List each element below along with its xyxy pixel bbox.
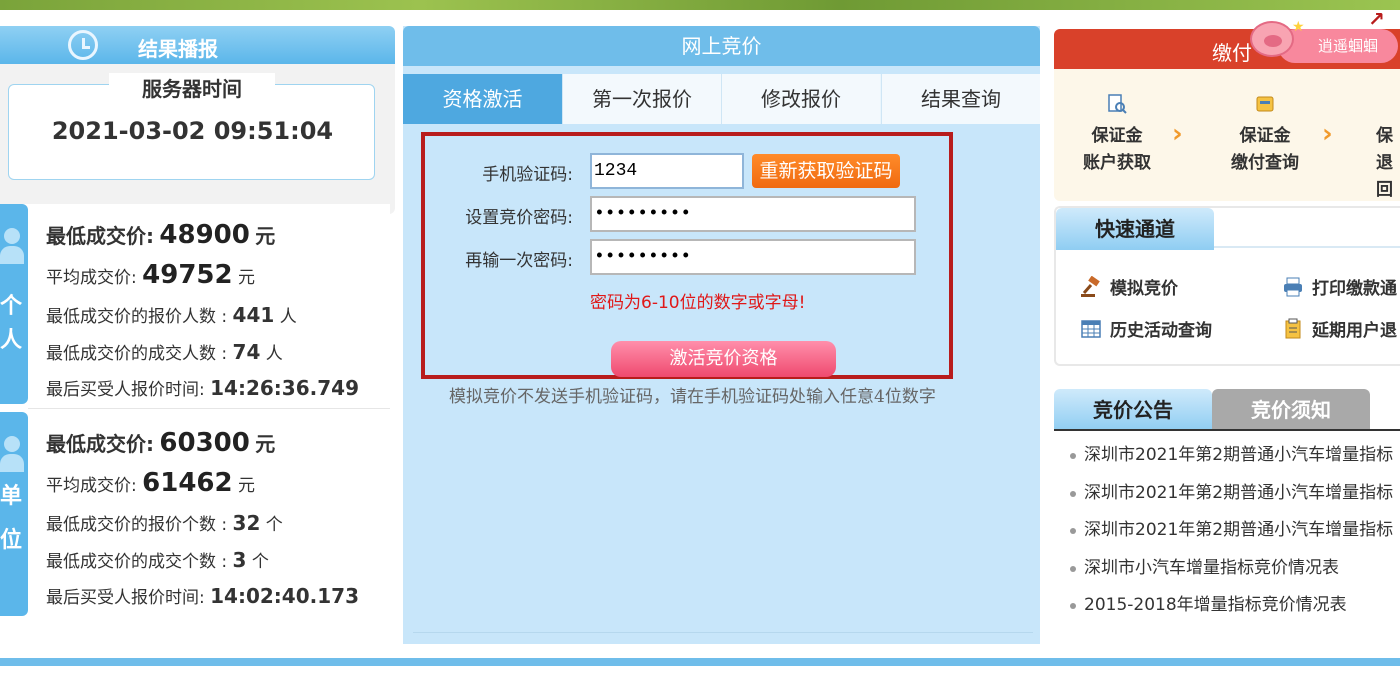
notice-tabs: 竞价公告 竞价须知 [1054, 389, 1400, 431]
reget-code-button[interactable]: 重新获取验证码 [752, 154, 900, 188]
deposit-process-box: 缴付 逍遥蝈蝈 ★ ↗ 保证金 账户获取 › 保证金 缴付查询 › 保 退回 [1054, 7, 1400, 204]
arrow-up-right-icon: ↗ [1368, 7, 1385, 31]
result-broadcast-panel: 结果播报 服务器时间 2021-03-02 09:51:04 个 人 最低成交价… [0, 26, 395, 646]
tab-bidding-announcement[interactable]: 竞价公告 [1054, 389, 1212, 431]
server-time-frame: 服务器时间 2021-03-02 09:51:04 [8, 73, 375, 180]
company-winner-count: 最低成交价的成交个数 : 3 个 [46, 548, 269, 572]
password-rule-hint: 密码为6-10位的数字或字母! [590, 293, 806, 313]
company-results: 单 位 最低成交价: 60300 元 平均成交价: 61462 元 最低成交价的… [0, 412, 390, 616]
card-icon [1256, 96, 1274, 112]
confirm-password-label: 再输一次密码: [465, 251, 573, 271]
activate-qualification-button[interactable]: 激活竞价资格 [611, 341, 836, 377]
pig-icon [1250, 21, 1294, 57]
notice-item[interactable]: 深圳市2021年第2期普通小汽车增量指标 [1070, 442, 1400, 480]
star-icon: ★ [1292, 19, 1305, 35]
company-tab[interactable]: 单 位 [0, 412, 28, 616]
company-last-bid-time: 最后买受人报价时间: 14:02:40.173 [46, 584, 359, 608]
deposit-title: 缴付 [1212, 41, 1252, 65]
notice-list: 深圳市2021年第2期普通小汽车增量指标 深圳市2021年第2期普通小汽车增量指… [1070, 442, 1400, 630]
notice-divider [1054, 429, 1400, 431]
bid-password-label: 设置竞价密码: [465, 208, 573, 228]
chevron-right-icon: › [1322, 119, 1333, 149]
personal-lowest-price: 最低成交价: 48900 元 [46, 220, 276, 250]
clock-icon [68, 30, 98, 60]
tab-first-bid[interactable]: 第一次报价 [562, 74, 721, 124]
confirm-password-input[interactable]: ••••••••• [590, 239, 916, 275]
personal-average-price: 平均成交价: 49752 元 [46, 260, 256, 290]
document-search-icon [1108, 94, 1127, 114]
personal-tab-char-2: 人 [0, 328, 23, 353]
company-tab-char-2: 位 [0, 528, 23, 553]
online-bidding-panel: 网上竞价 资格激活 第一次报价 修改报价 结果查询 手机验证码: 1234 重新… [403, 26, 1040, 644]
personal-winner-count: 最低成交价的成交人数 : 74 人 [46, 340, 283, 364]
quick-simulated-bid[interactable]: 模拟竞价 [1080, 274, 1178, 299]
notice-item[interactable]: 深圳市小汽车增量指标竞价情况表 [1070, 555, 1400, 593]
tab-result-query[interactable]: 结果查询 [881, 74, 1040, 124]
notice-item[interactable]: 深圳市2021年第2期普通小汽车增量指标 [1070, 517, 1400, 555]
notice-item[interactable]: 深圳市2021年第2期普通小汽车增量指标 [1070, 480, 1400, 518]
personal-tab[interactable]: 个 人 [0, 204, 28, 404]
quick-access-box: 快速通道 模拟竞价 打印缴款通 历史活动查询 延期用户退 [1054, 206, 1400, 366]
sms-code-label: 手机验证码: [482, 165, 573, 185]
result-broadcast-title: 结果播报 [138, 37, 218, 61]
company-average-price: 平均成交价: 61462 元 [46, 468, 256, 498]
result-broadcast-header: 结果播报 [0, 26, 395, 64]
bid-password-input[interactable]: ••••••••• [590, 196, 916, 232]
server-time-box: 服务器时间 2021-03-02 09:51:04 [0, 64, 395, 214]
sms-code-input[interactable]: 1234 [590, 153, 744, 189]
quick-history-query[interactable]: 历史活动查询 [1080, 316, 1212, 341]
step-deposit-refund[interactable]: 保 退回 [1356, 89, 1400, 204]
quick-print-payment[interactable]: 打印缴款通 [1282, 274, 1397, 299]
personal-bidder-count: 最低成交价的报价人数 : 441 人 [46, 303, 297, 327]
table-icon [1081, 320, 1101, 338]
gavel-icon [1081, 276, 1100, 297]
clipboard-icon [1285, 318, 1301, 339]
online-bidding-header: 网上竞价 [403, 26, 1040, 66]
server-time-label: 服务器时间 [109, 73, 275, 102]
company-bidder-count: 最低成交价的报价个数 : 32 个 [46, 511, 283, 535]
personal-last-bid-time: 最后买受人报价时间: 14:26:36.749 [46, 376, 359, 400]
company-lowest-price: 最低成交价: 60300 元 [46, 428, 276, 458]
bidding-tabs: 资格激活 第一次报价 修改报价 结果查询 [403, 74, 1040, 124]
printer-icon [1284, 277, 1302, 297]
quick-access-title: 快速通道 [1056, 208, 1214, 250]
center-divider [413, 632, 1033, 633]
step-deposit-account[interactable]: 保证金 账户获取 [1072, 89, 1162, 177]
activation-form: 手机验证码: 1234 重新获取验证码 设置竞价密码: ••••••••• 再输… [421, 132, 953, 379]
personal-tab-char-1: 个 [0, 294, 23, 319]
right-sidebar: 缴付 逍遥蝈蝈 ★ ↗ 保证金 账户获取 › 保证金 缴付查询 › 保 退回 快… [1054, 7, 1400, 646]
step-deposit-query[interactable]: 保证金 缴付查询 [1220, 89, 1310, 177]
tab-qualification-activation[interactable]: 资格激活 [403, 74, 562, 124]
server-time-value: 2021-03-02 09:51:04 [51, 117, 334, 145]
personal-results: 个 人 最低成交价: 48900 元 平均成交价: 49752 元 最低成交价的… [0, 204, 390, 408]
person-icon [0, 226, 24, 266]
refund-icon [1376, 93, 1398, 115]
tab-bidding-guide[interactable]: 竞价须知 [1212, 389, 1370, 431]
simulation-tip: 模拟竞价不发送手机验证码，请在手机验证码处输入任意4位数字 [449, 387, 936, 407]
notice-item[interactable]: 2015-2018年增量指标竞价情况表 [1070, 592, 1400, 630]
quick-access-divider [1214, 246, 1400, 248]
group-icon [0, 434, 24, 474]
top-banner-strip [0, 0, 1400, 10]
quick-extension-refund[interactable]: 延期用户退 [1282, 316, 1397, 341]
divider [28, 408, 390, 409]
footer-bar [0, 658, 1400, 666]
tab-modify-bid[interactable]: 修改报价 [721, 74, 880, 124]
chevron-right-icon: › [1172, 119, 1183, 149]
company-tab-char-1: 单 [0, 484, 23, 509]
